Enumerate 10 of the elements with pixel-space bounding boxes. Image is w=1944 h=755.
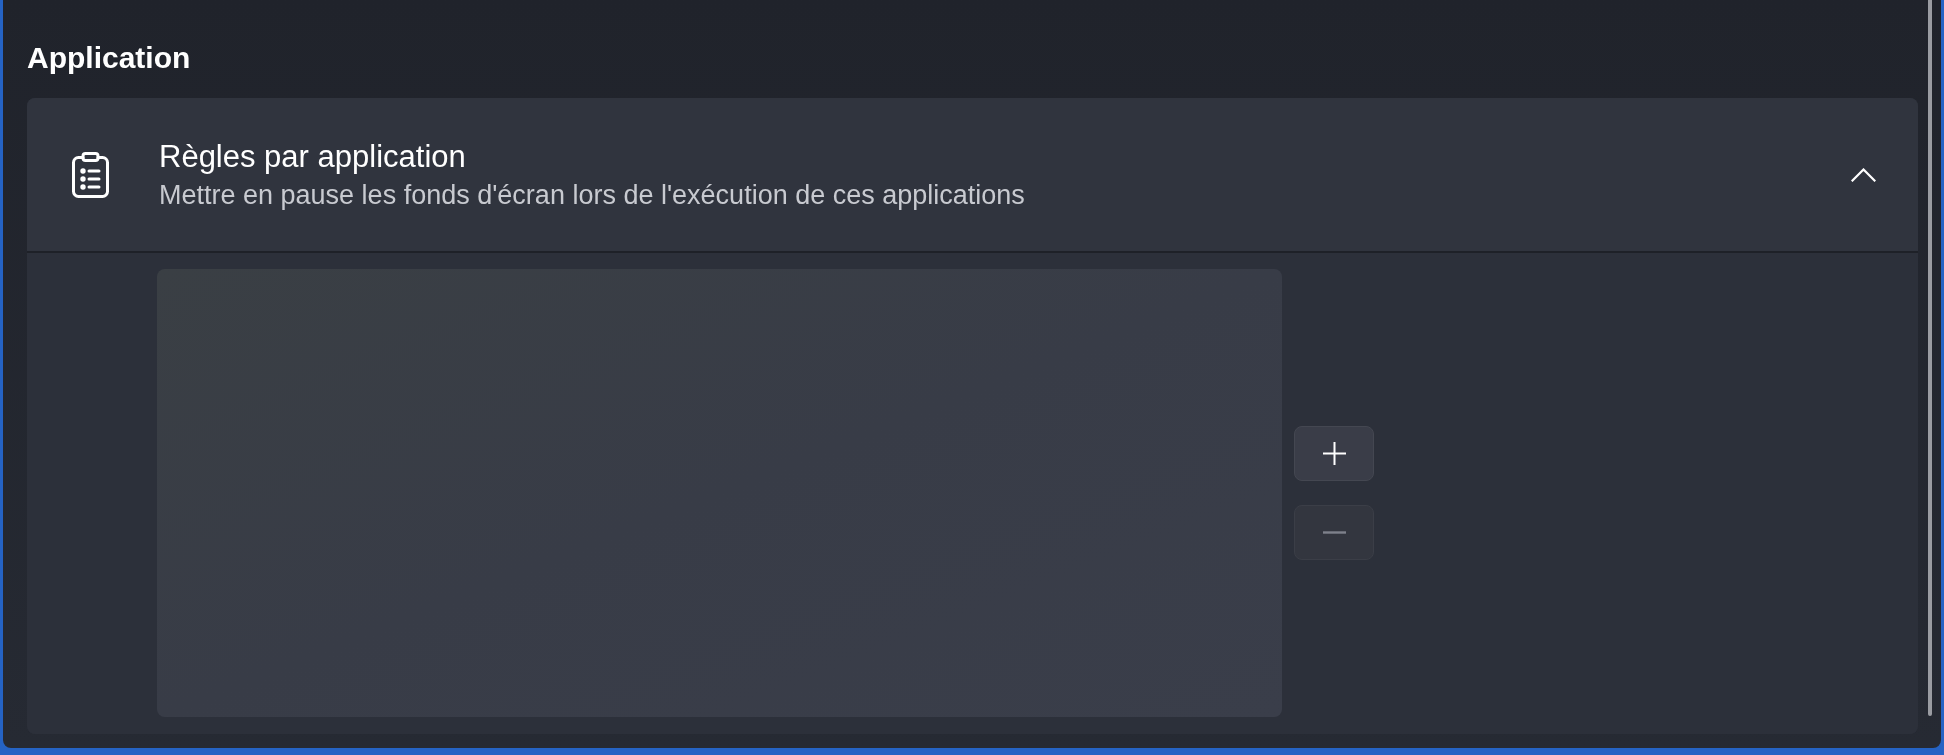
minus-icon xyxy=(1322,531,1346,534)
expander-description: Mettre en pause les fonds d'écran lors de l'exécution de ces applications xyxy=(159,178,1026,212)
chevron-up-icon[interactable] xyxy=(1851,167,1876,182)
plus-icon xyxy=(1322,442,1346,465)
section-heading: Application xyxy=(27,40,192,76)
scrollbar-thumb[interactable] xyxy=(1928,0,1932,716)
clipboard-list-icon xyxy=(72,151,109,198)
add-button[interactable] xyxy=(1294,426,1374,481)
expander-header[interactable]: Règles par application Mettre en pause les fonds d'écran lors de l'exécution de ces applications xyxy=(27,98,1918,253)
expander-title: Règles par application xyxy=(159,137,467,176)
